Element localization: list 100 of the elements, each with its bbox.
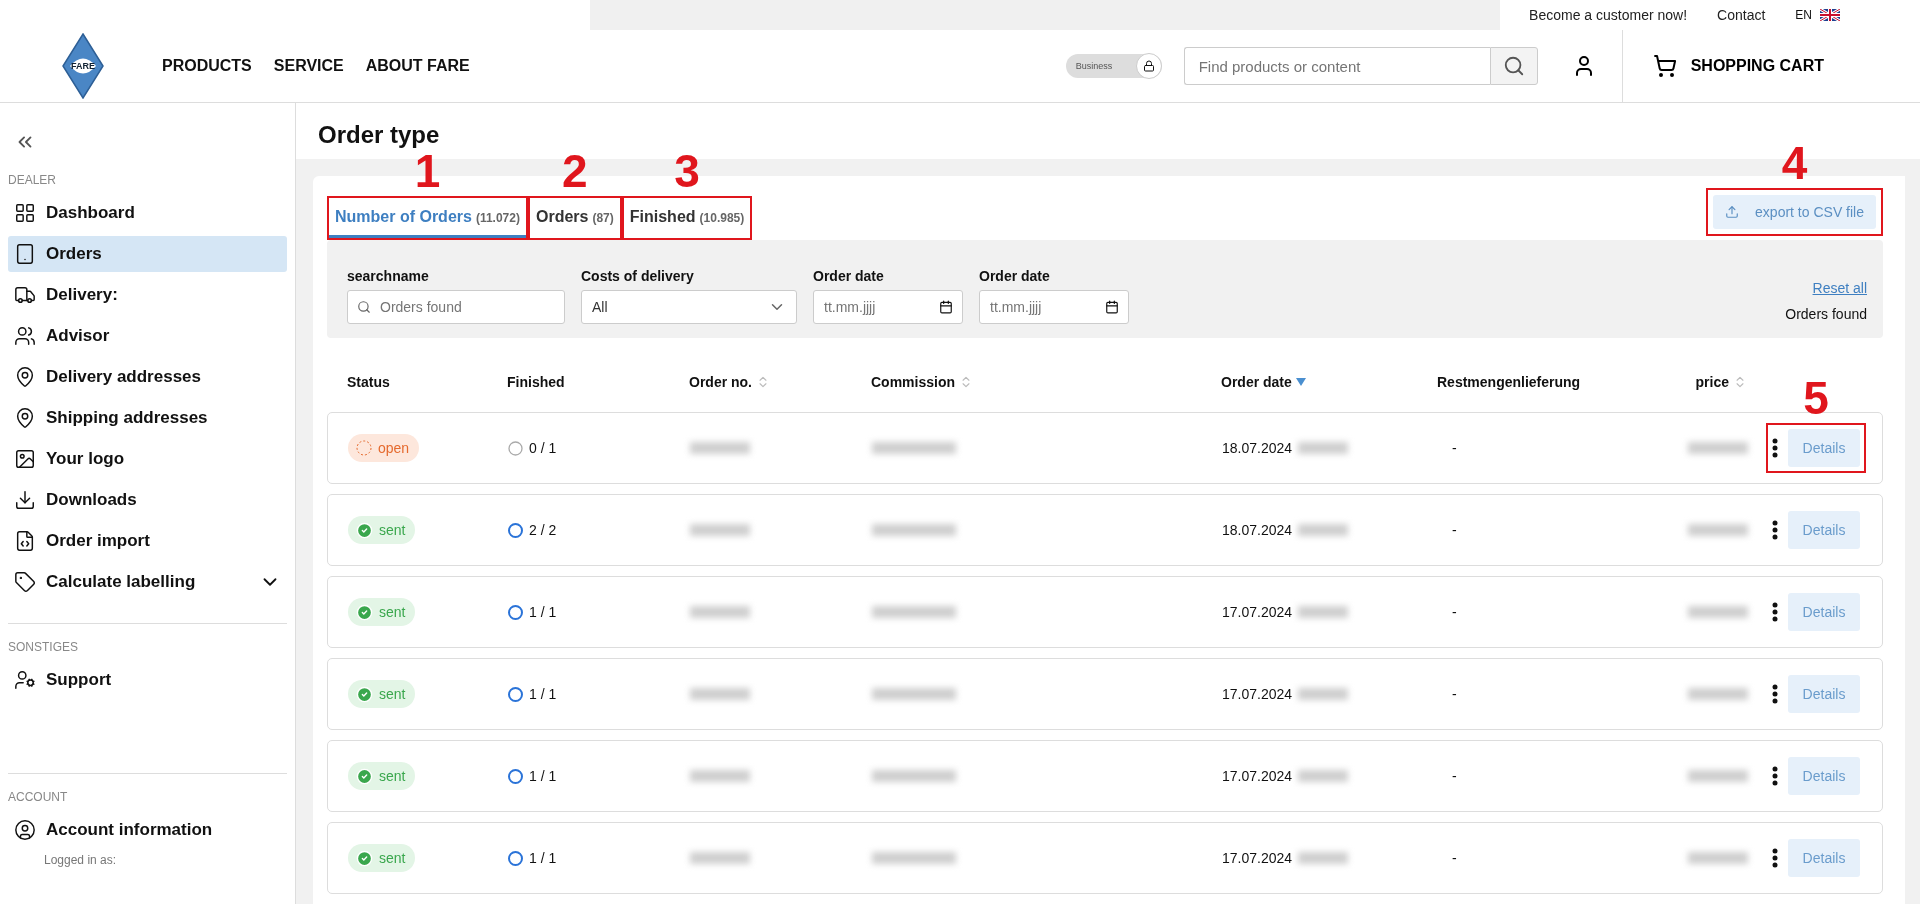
date-field[interactable]: tt.mm.jjjj [979,290,1129,324]
tab[interactable]: Orders (87) [529,198,620,238]
sidebar-item[interactable]: Calculate labelling [8,564,287,600]
truck-icon [14,284,36,306]
annotation-number: 1 [414,148,441,194]
redacted-text [1298,442,1349,454]
finished-count: 1 / 1 [529,686,557,702]
more-icon [1772,438,1778,458]
sidebar-item[interactable]: Support [8,662,287,698]
pin-icon [14,366,36,388]
sidebar-item[interactable]: Delivery: [8,277,287,313]
search-icon [357,300,371,314]
more-button[interactable] [1772,602,1778,622]
sidebar-item[interactable]: Shipping addresses [8,400,287,436]
download-icon [14,489,36,511]
annotation-number: 2 [562,148,588,194]
status-badge: sent [348,844,416,872]
column-header[interactable]: Restmengenlieferung [1437,374,1581,390]
redacted-text [1688,852,1748,864]
more-button[interactable] [1772,684,1778,704]
annotation-number: 3 [674,148,700,194]
upload-icon [1725,205,1740,219]
rest-value: - [1451,768,1457,784]
sidebar-item[interactable]: Orders [8,236,287,272]
more-button[interactable] [1772,438,1778,458]
rest-value: - [1451,522,1457,538]
sidebar-item[interactable]: Advisor [8,318,287,354]
sidebar-item[interactable]: Order import [8,523,287,559]
nav-link[interactable]: PRODUCTS [162,57,252,75]
finished-count: 1 / 1 [529,604,557,620]
calendar-icon[interactable] [1105,300,1119,314]
search-field[interactable]: Orders found [347,290,565,324]
redacted-text [1298,852,1349,864]
column-header[interactable]: Order date [1221,374,1306,390]
top-link[interactable]: Become a customer now! [1529,7,1688,23]
more-icon [1772,848,1778,868]
order-date: 17.07.2024 [1222,686,1293,702]
login-note: Logged in as: [43,853,118,867]
more-button[interactable] [1772,848,1778,868]
shopping-cart-button[interactable]: SHOPPING CART [1621,29,1920,103]
date-field[interactable]: tt.mm.jjjj [813,290,963,324]
more-icon [1772,520,1778,540]
column-header[interactable]: Finished [507,374,565,390]
image-icon [14,448,36,470]
redacted-text [690,770,750,782]
language-code[interactable]: EN [1795,8,1812,22]
user-gear-icon [14,669,36,691]
column-header[interactable]: Order no. [689,374,770,390]
orders-found-text: Orders found [1785,306,1867,322]
redacted-text [1298,770,1349,782]
cart-icon [1652,54,1677,78]
more-icon [1772,602,1778,622]
order-date: 17.07.2024 [1222,604,1293,620]
check-icon [356,849,373,867]
finished-count: 1 / 1 [529,768,557,784]
more-button[interactable] [1772,766,1778,786]
order-date: 17.07.2024 [1222,768,1293,784]
more-button[interactable] [1772,520,1778,540]
column-header[interactable]: price [1695,374,1747,390]
check-icon [356,767,373,785]
uk-flag-icon[interactable] [1820,9,1840,21]
calendar-icon[interactable] [939,300,953,314]
rest-value: - [1451,686,1457,702]
nav-link[interactable]: SERVICE [273,57,344,75]
check-icon [356,603,373,621]
dropdown-field[interactable]: All [581,290,797,324]
sidebar-item[interactable]: Delivery addresses [8,359,287,395]
nav-link[interactable]: ABOUT FARE [365,57,470,75]
logo-icon[interactable] [62,33,104,99]
finished-count: 1 / 1 [529,850,557,866]
logo-text: FARE [71,61,95,71]
reset-link[interactable]: Reset all [1812,280,1867,296]
finished-count: 2 / 2 [529,522,557,538]
check-icon [356,521,373,539]
redacted-text [1298,524,1349,536]
redacted-text [1688,442,1748,454]
status-badge: sent [348,516,416,544]
sort-descending-icon[interactable] [1295,378,1306,386]
tab[interactable]: Finished (10.985) [623,198,751,238]
section-title: DEALER [8,173,58,187]
search-button[interactable] [1489,47,1538,85]
column-header[interactable]: Status [347,374,390,390]
rest-value: - [1451,440,1457,456]
order-date: 17.07.2024 [1222,850,1293,866]
search-field[interactable]: Find products or content [1183,47,1490,85]
redacted-text [690,524,750,536]
redacted-text [1688,606,1748,618]
sidebar-item[interactable]: Account information [8,812,287,848]
tablet-icon [14,243,36,265]
sidebar-item[interactable]: Dashboard [8,195,287,231]
redacted-text [690,852,750,864]
top-link[interactable]: Contact [1717,7,1766,23]
sidebar-item[interactable]: Your logo [8,441,287,477]
sidebar-item[interactable]: Downloads [8,482,287,518]
field-label: Order date [979,268,1051,284]
redacted-text [1298,606,1349,618]
field-label: Costs of delivery [581,268,695,284]
business-toggle[interactable]: Business [1065,54,1162,78]
column-header[interactable]: Commission [871,374,973,390]
redacted-text [690,688,750,700]
